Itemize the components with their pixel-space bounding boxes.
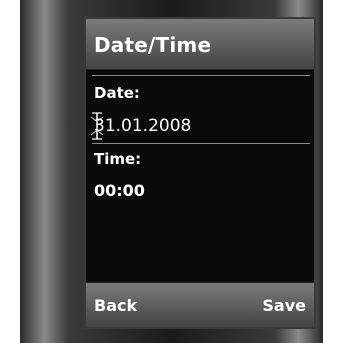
phone-screen: Date/Time Date: 31.01.2008 Time: 00:00 B… xyxy=(84,17,316,329)
save-softkey[interactable]: Save xyxy=(262,296,306,315)
softkey-bar: Back Save xyxy=(86,282,314,327)
page-title: Date/Time xyxy=(94,33,212,57)
title-bar: Date/Time xyxy=(86,19,314,70)
time-label: Time: xyxy=(94,150,142,168)
divider-top xyxy=(92,75,310,76)
back-softkey[interactable]: Back xyxy=(94,296,137,315)
date-field[interactable]: 31.01.2008 xyxy=(94,116,191,136)
divider-middle xyxy=(92,143,310,144)
time-field[interactable]: 00:00 xyxy=(94,181,145,200)
date-label: Date: xyxy=(94,84,140,102)
phone-device: Date/Time Date: 31.01.2008 Time: 00:00 B… xyxy=(20,0,323,343)
